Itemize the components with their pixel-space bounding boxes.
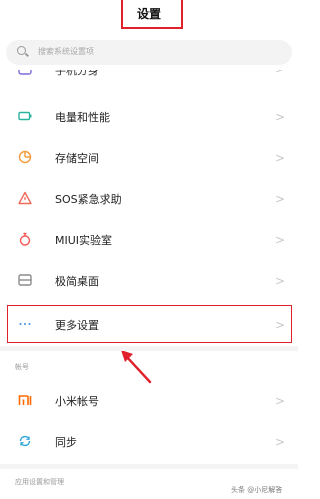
settings-item-label: 电量和性能 bbox=[55, 111, 110, 124]
section-divider bbox=[0, 346, 298, 351]
header-bar: 设置 bbox=[0, 0, 298, 34]
search-input[interactable]: 搜索系统设置项 bbox=[38, 46, 94, 57]
mi-logo-icon bbox=[18, 395, 32, 405]
settings-item-label: 存储空间 bbox=[55, 152, 99, 165]
watermark-text: 头条 @小尼解答 bbox=[231, 486, 283, 494]
settings-item-battery[interactable]: 电量和性能 > bbox=[0, 96, 298, 136]
search-icon bbox=[17, 46, 26, 55]
settings-item-lab[interactable]: MIUI实验室 > bbox=[0, 219, 298, 259]
second-space-icon bbox=[18, 70, 32, 75]
chevron-right-icon: > bbox=[275, 233, 286, 247]
settings-item-label: 极简桌面 bbox=[55, 275, 99, 288]
section-title-apps: 应用设置和管理 bbox=[15, 478, 64, 486]
settings-item-label: 同步 bbox=[55, 436, 77, 449]
settings-item-label: MIUI实验室 bbox=[55, 234, 113, 247]
chevron-right-icon: > bbox=[275, 70, 285, 76]
flask-icon bbox=[19, 232, 31, 246]
sos-warning-icon bbox=[18, 191, 32, 205]
list-item-label: 手机分身 bbox=[55, 70, 99, 77]
chevron-right-icon: > bbox=[275, 110, 286, 124]
settings-item-mi-account[interactable]: 小米帐号 > bbox=[0, 380, 298, 420]
chevron-right-icon: > bbox=[275, 435, 286, 449]
sync-icon bbox=[19, 435, 31, 447]
list-item-partial[interactable]: 手机分身 > bbox=[0, 70, 298, 84]
section-divider bbox=[0, 464, 298, 469]
storage-pie-icon bbox=[18, 150, 32, 164]
settings-item-label: SOS紧急求助 bbox=[55, 193, 122, 206]
title-highlight-box bbox=[121, 0, 183, 29]
search-bar[interactable]: 搜索系统设置项 bbox=[6, 40, 292, 65]
settings-item-sync[interactable]: 同步 > bbox=[0, 421, 298, 461]
chevron-right-icon: > bbox=[275, 192, 286, 206]
settings-item-simple-desktop[interactable]: 极简桌面 > bbox=[0, 260, 298, 300]
simple-desktop-icon bbox=[18, 274, 32, 286]
chevron-right-icon: > bbox=[275, 151, 286, 165]
settings-item-storage[interactable]: 存储空间 > bbox=[0, 137, 298, 177]
section-title-account: 帐号 bbox=[15, 363, 29, 371]
chevron-right-icon: > bbox=[275, 274, 286, 288]
chevron-right-icon: > bbox=[275, 394, 286, 408]
battery-icon bbox=[18, 111, 32, 121]
settings-item-sos[interactable]: SOS紧急求助 > bbox=[0, 178, 298, 218]
more-settings-highlight-box bbox=[7, 305, 292, 343]
settings-item-label: 小米帐号 bbox=[55, 395, 99, 408]
